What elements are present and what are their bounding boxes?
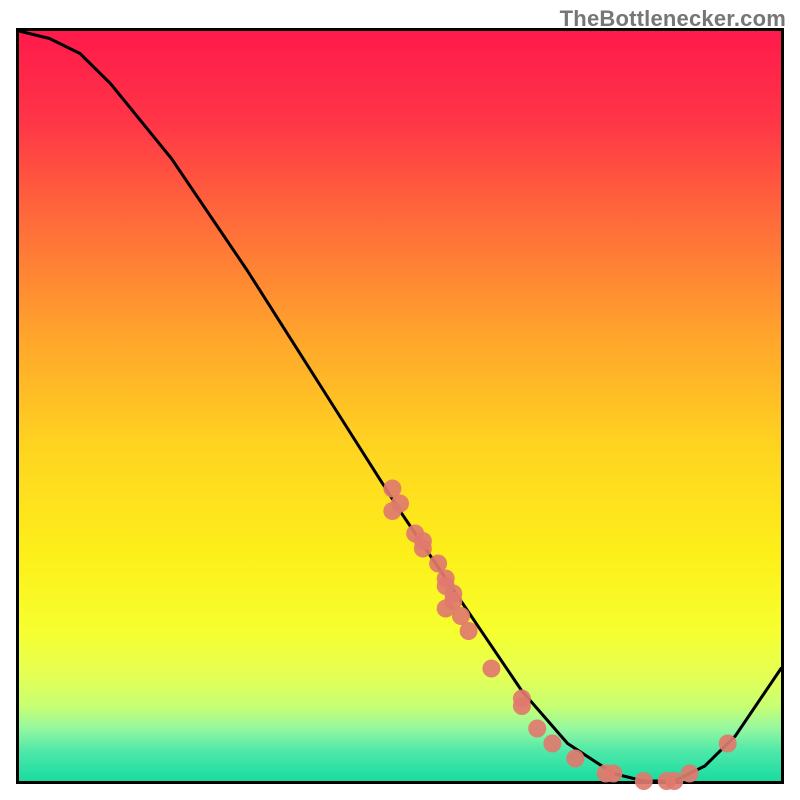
plot-frame xyxy=(16,28,784,784)
plot-overlay xyxy=(19,31,781,781)
chart-marker xyxy=(719,735,737,753)
chart-marker xyxy=(482,660,500,678)
chart-marker xyxy=(513,697,531,715)
chart-marker xyxy=(566,750,584,768)
chart-marker xyxy=(437,600,455,618)
chart-marker xyxy=(460,622,478,640)
chart-marker xyxy=(635,772,653,790)
chart-marker xyxy=(383,502,401,520)
chart-curve xyxy=(19,31,781,781)
chart-marker xyxy=(414,540,432,558)
chart-marker xyxy=(604,765,622,783)
chart-marker xyxy=(681,765,699,783)
chart-marker xyxy=(543,735,561,753)
chart-marker xyxy=(528,720,546,738)
chart-marker xyxy=(665,772,683,790)
chart-canvas: TheBottlenecker.com xyxy=(0,0,800,800)
